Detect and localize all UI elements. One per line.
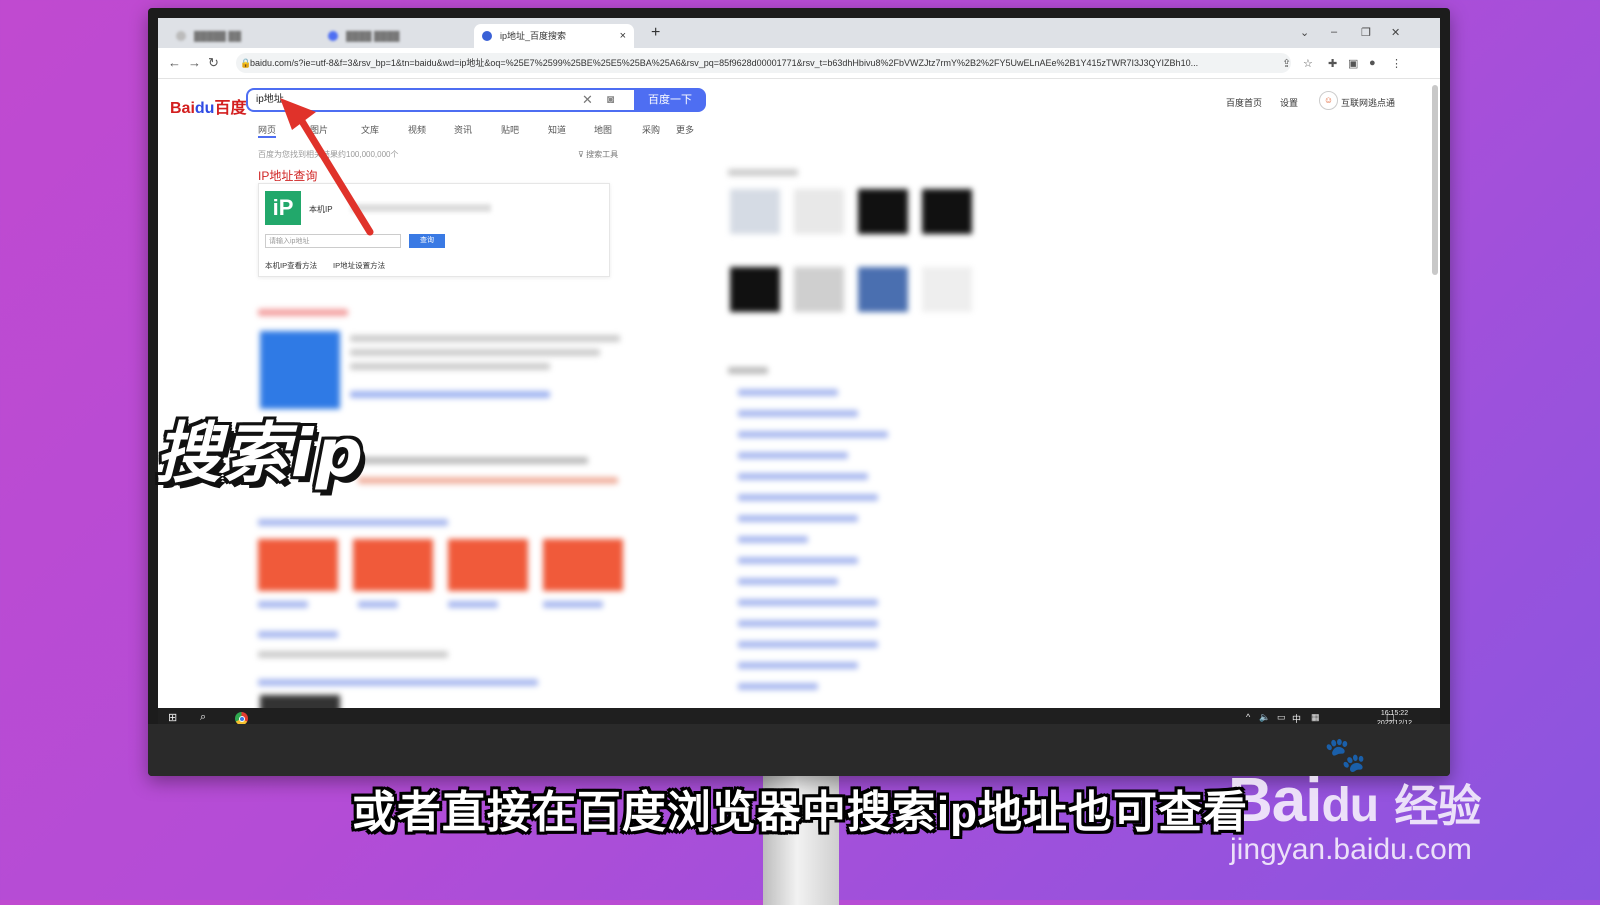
sticker-caption: 搜索ip [155,415,365,492]
video-subtitle: 或者直接在百度浏览器中搜索ip地址也可查看 [351,788,1249,837]
